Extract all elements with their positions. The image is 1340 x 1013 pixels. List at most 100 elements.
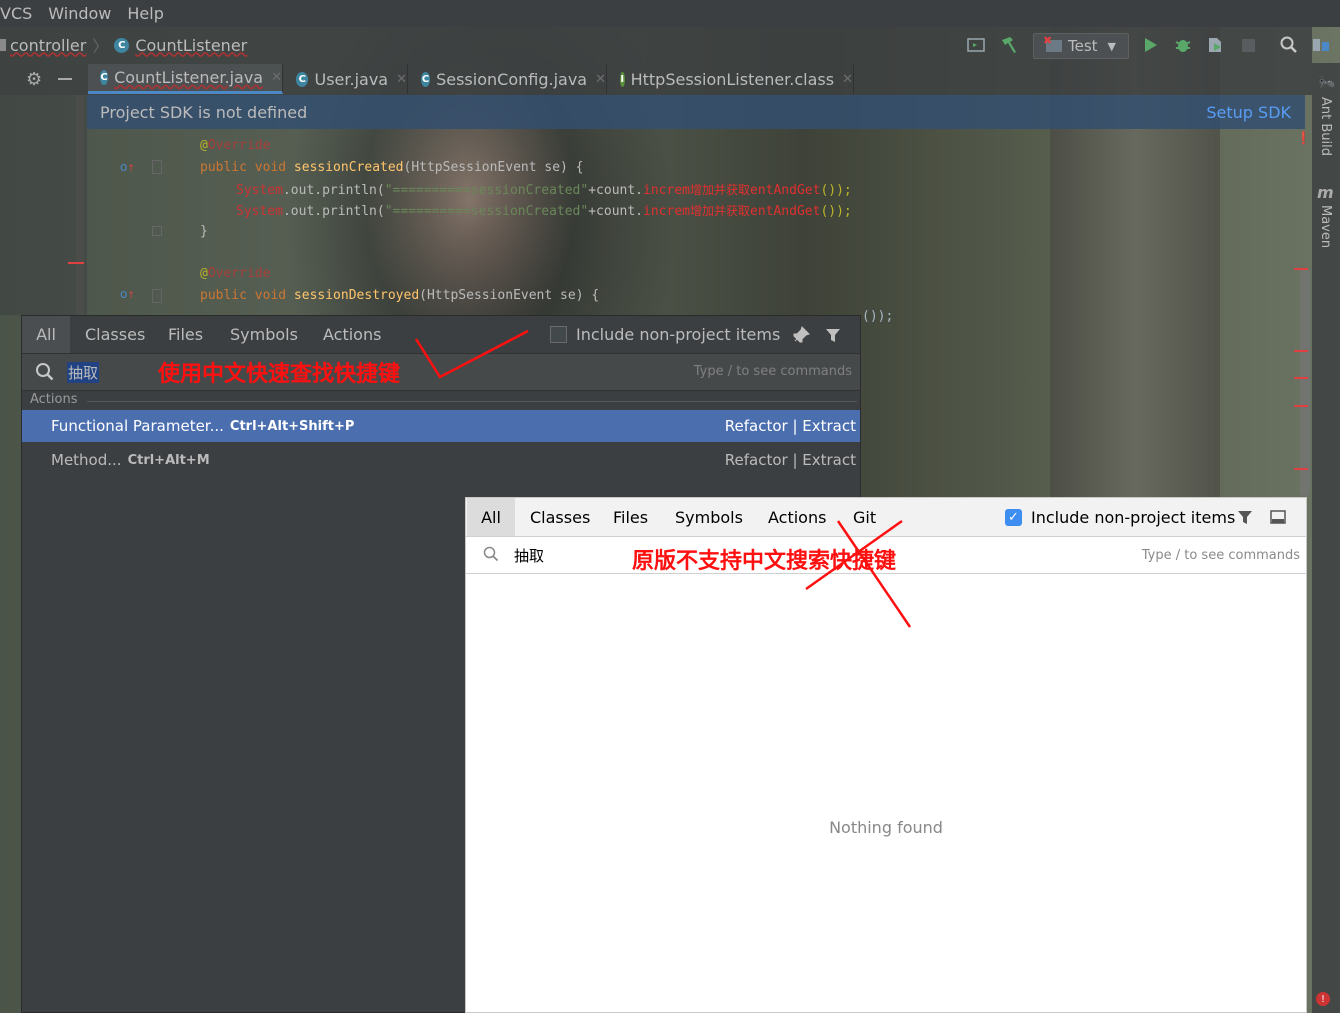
- search-input[interactable]: 抽取: [514, 545, 544, 566]
- tab-all[interactable]: All: [22, 316, 70, 353]
- close-icon[interactable]: ✕: [396, 72, 407, 87]
- run-config-select[interactable]: ✖ Test ▼: [1033, 33, 1129, 59]
- section-divider: [87, 401, 857, 402]
- error-marker[interactable]: [1294, 268, 1308, 270]
- tab-countlistener[interactable]: C CountListener.java ✕: [88, 64, 283, 94]
- checkbox-checked-icon: ✓: [1005, 508, 1022, 526]
- menu-window[interactable]: Window: [48, 4, 111, 23]
- result-shortcut: Ctrl+Alt+Shift+P: [229, 418, 355, 434]
- banner-message: Project SDK is not defined: [100, 102, 308, 122]
- code-line: public void sessionDestroyed(HttpSession…: [200, 288, 599, 303]
- stop-icon[interactable]: [1238, 33, 1258, 57]
- tab-files[interactable]: Files: [613, 498, 648, 536]
- code-token: (HttpSessionEvent se) {: [419, 288, 600, 303]
- result-category: Refactor | Extract: [724, 417, 856, 435]
- hammer-icon[interactable]: [998, 33, 1020, 57]
- error-marker[interactable]: [1294, 377, 1308, 379]
- maven-tool-button[interactable]: Maven: [1318, 205, 1333, 248]
- editor-scrollbar[interactable]: [1300, 268, 1310, 496]
- close-icon[interactable]: ✕: [595, 72, 606, 87]
- code-line: @Override: [200, 266, 270, 281]
- code-token: increm: [643, 183, 690, 198]
- change-marker: [68, 262, 84, 264]
- class-icon: C: [114, 37, 130, 53]
- result-row[interactable]: Functional Parameter... Ctrl+Alt+Shift+P…: [22, 410, 860, 442]
- search-input[interactable]: 抽取: [67, 362, 100, 383]
- menu-bar: VCS Window Help: [0, 0, 1340, 27]
- panel-splitter[interactable]: [76, 95, 84, 315]
- code-line: System.out.println("==========sessionCre…: [236, 181, 852, 198]
- tab-httpsessionlistener[interactable]: I HttpSessionListener.class ✕: [608, 64, 854, 94]
- error-marker[interactable]: [1294, 350, 1308, 352]
- close-icon[interactable]: ✕: [842, 72, 853, 87]
- pin-icon[interactable]: [792, 316, 810, 353]
- fold-icon[interactable]: [152, 226, 162, 236]
- menu-help[interactable]: Help: [127, 4, 163, 23]
- code-token: +count.: [588, 183, 644, 198]
- tab-symbols[interactable]: Symbols: [675, 498, 743, 536]
- annotation-text: 使用中文快速查找快捷键: [158, 362, 401, 387]
- breadcrumb-controller[interactable]: controller: [10, 36, 86, 55]
- project-panel-header: ⚙: [0, 64, 88, 94]
- code-token: "==========sessionCreated": [384, 204, 589, 219]
- code-token: public void: [200, 160, 294, 175]
- chevron-down-icon: ▼: [1107, 39, 1116, 53]
- close-icon[interactable]: ✕: [271, 70, 282, 85]
- code-token: System: [236, 183, 283, 198]
- search-icon: [483, 546, 499, 566]
- override-marker-icon[interactable]: o↑: [120, 287, 135, 301]
- class-icon: C: [296, 71, 309, 87]
- tab-label: HttpSessionListener.class: [630, 69, 835, 89]
- code-token: 增加并获取: [689, 204, 750, 218]
- include-non-project-checkbox[interactable]: Include non-project items: [550, 316, 780, 353]
- search-hint: Type / to see commands: [693, 364, 852, 379]
- code-token: entAndGet: [750, 183, 821, 198]
- error-indicator-icon[interactable]: ❗: [1296, 131, 1311, 145]
- code-fragment: ());: [862, 309, 894, 324]
- search-hint: Type / to see commands: [1141, 548, 1300, 563]
- error-marker[interactable]: [1294, 405, 1308, 407]
- code-token: Override: [207, 138, 271, 153]
- menu-vcs[interactable]: VCS: [0, 4, 32, 23]
- project-structure-icon[interactable]: [1310, 33, 1332, 57]
- gear-icon[interactable]: ⚙: [26, 69, 42, 90]
- project-panel: [0, 95, 87, 315]
- checkbox-box: [550, 326, 567, 343]
- tab-symbols[interactable]: Symbols: [230, 316, 298, 353]
- code-token: @: [200, 266, 208, 281]
- filter-icon[interactable]: [1237, 498, 1253, 536]
- empty-state-text: Nothing found: [829, 818, 943, 837]
- run-icon[interactable]: [1140, 33, 1160, 57]
- fold-icon[interactable]: [152, 160, 162, 174]
- filter-icon[interactable]: [825, 316, 841, 353]
- code-token: 增加并获取: [689, 183, 750, 197]
- tab-all[interactable]: All: [467, 498, 515, 536]
- error-marker[interactable]: [1294, 468, 1308, 470]
- code-token: .out.println(: [282, 183, 385, 198]
- debug-icon[interactable]: [1172, 33, 1194, 57]
- minimize-icon[interactable]: [58, 78, 73, 80]
- tab-sessionconfig[interactable]: C SessionConfig.java ✕: [409, 64, 607, 94]
- build-panel-icon[interactable]: [966, 33, 986, 57]
- fold-icon[interactable]: [152, 289, 162, 303]
- class-icon: C: [421, 71, 431, 87]
- override-marker-icon[interactable]: o↑: [120, 160, 135, 174]
- annotation-cross: [805, 519, 912, 628]
- setup-sdk-link[interactable]: Setup SDK: [1206, 103, 1291, 122]
- result-row[interactable]: Method... Ctrl+Alt+M Refactor | Extract: [22, 444, 860, 476]
- preview-panel-icon[interactable]: [1270, 498, 1286, 536]
- result-name: Functional Parameter...: [51, 417, 224, 435]
- ant-build-tool-button[interactable]: Ant Build: [1318, 97, 1333, 156]
- coverage-icon[interactable]: [1204, 33, 1226, 57]
- include-non-project-checkbox[interactable]: ✓ Include non-project items: [1005, 498, 1235, 536]
- tab-files[interactable]: Files: [168, 316, 203, 353]
- tab-classes[interactable]: Classes: [85, 316, 145, 353]
- tab-user[interactable]: C User.java ✕: [284, 64, 408, 94]
- breadcrumb-countlistener[interactable]: C CountListener: [114, 36, 247, 55]
- code-line: public void sessionCreated(HttpSessionEv…: [200, 160, 584, 175]
- search-icon[interactable]: [1278, 33, 1300, 57]
- event-log-error-icon[interactable]: !: [1316, 992, 1330, 1006]
- tab-actions[interactable]: Actions: [323, 316, 381, 353]
- tab-label: CountListener.java: [114, 68, 264, 87]
- tab-classes[interactable]: Classes: [530, 498, 590, 536]
